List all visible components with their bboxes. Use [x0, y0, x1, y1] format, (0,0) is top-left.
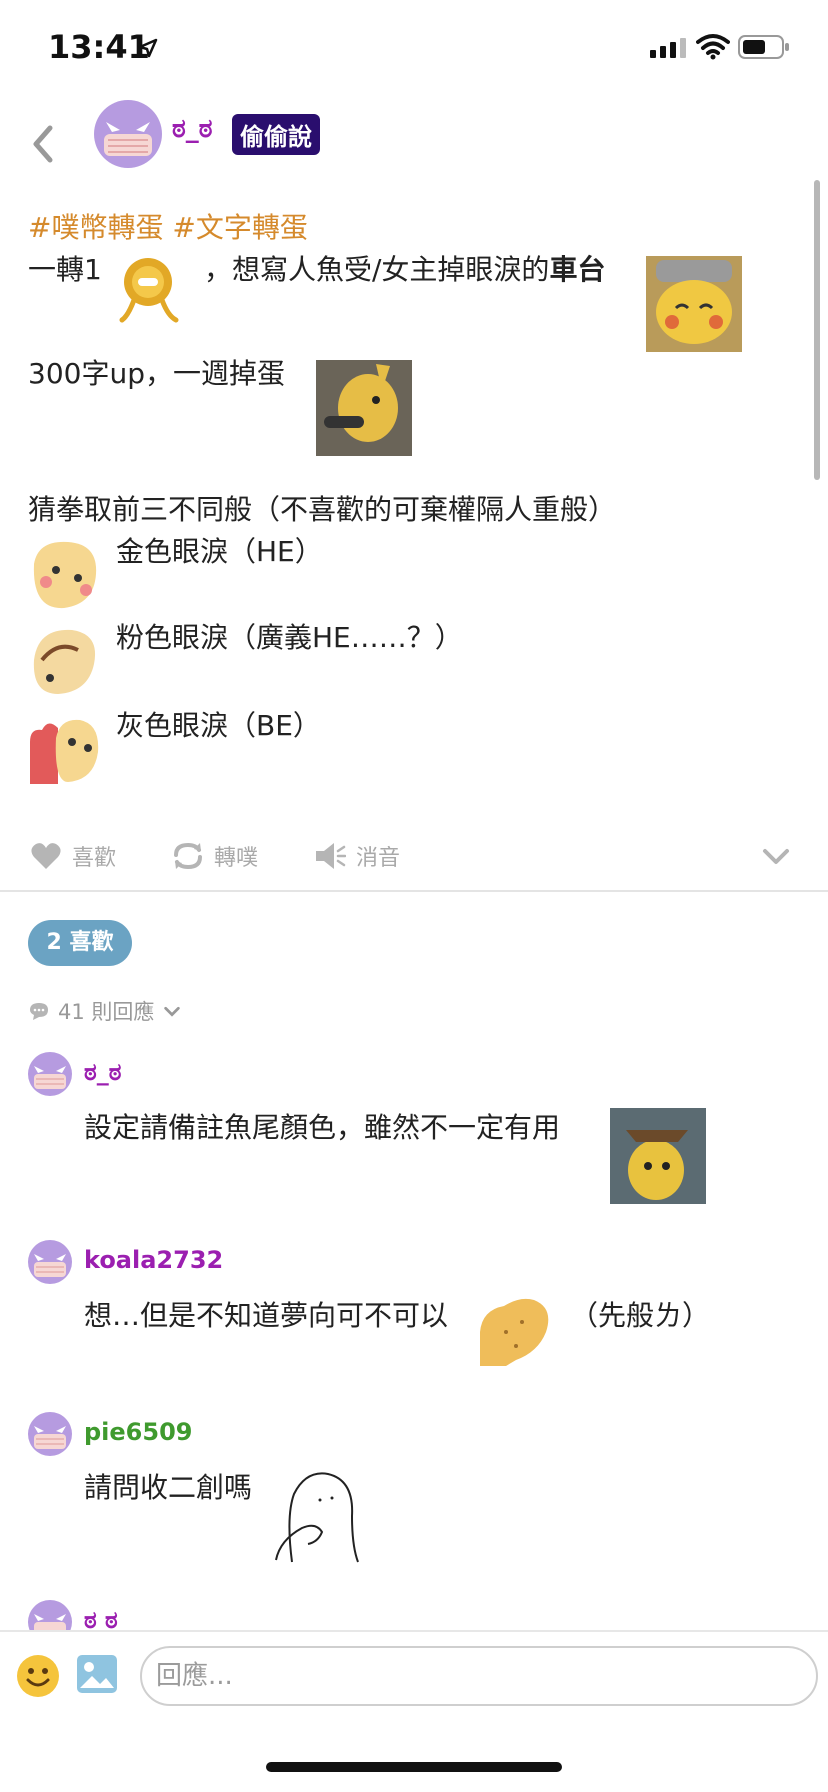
back-chevron-icon[interactable]: [26, 116, 60, 172]
replurk-label: 轉噗: [214, 846, 259, 871]
commenter-name[interactable]: ಠ_ಠ: [84, 1058, 121, 1086]
post-line-1: 一轉1: [28, 250, 102, 290]
cookie-emoji-icon: [480, 1298, 549, 1366]
pikachu-sticker-icon: [646, 256, 742, 352]
comment-item: ಠ_ಠ 設定請備註魚尾顏色，雖然不一定有用: [28, 1052, 808, 1212]
cellular-signal-icon: [650, 36, 686, 58]
reply-input-bar: [0, 1630, 828, 1730]
post-text: 猜拳取前三不同般（不喜歡的可棄權隔人重般）: [28, 493, 617, 526]
comment-item: ಠ ಠ: [28, 1600, 808, 1630]
option-pink: 粉色眼淚（廣義HE……？）: [116, 621, 463, 654]
chevron-down-icon[interactable]: [762, 846, 790, 868]
post-action-bar: 喜歡 轉噗 消音: [0, 828, 828, 892]
comment-text: 設定請備註魚尾顏色，雖然不一定有用: [84, 1111, 561, 1144]
emoji-picker-icon[interactable]: [16, 1654, 60, 1698]
image-upload-icon[interactable]: [76, 1654, 118, 1694]
ghost-sketch-icon: [275, 1472, 359, 1563]
post-header: ಠ_ಠ 偷偷說: [0, 96, 828, 216]
post-bold-text: 車台: [549, 253, 606, 286]
comment-text-suffix: （先般ㄌ）: [570, 1299, 711, 1332]
replurk-button[interactable]: 轉噗: [172, 840, 258, 872]
post-line-3: 猜拳取前三不同般（不喜歡的可棄權隔人重般）: [28, 490, 616, 530]
option-gold: 金色眼淚（HE）: [116, 535, 323, 568]
home-indicator[interactable]: [266, 1762, 562, 1772]
post-line-2: 300字up，一週掉蛋: [28, 354, 285, 394]
comment-text: 想…但是不知道夢向可不可以: [84, 1299, 449, 1332]
commenter-avatar[interactable]: [28, 1240, 72, 1284]
commenter-avatar[interactable]: [28, 1052, 72, 1096]
comment-item: koala2732 想…但是不知道夢向可不可以 （先般ㄌ）: [28, 1240, 808, 1390]
chevron-down-icon: [164, 1006, 181, 1017]
replies-toggle[interactable]: 41 則回應: [28, 996, 182, 1026]
reply-input[interactable]: [140, 1646, 818, 1706]
anonymous-badge: 偷偷說: [232, 114, 320, 155]
pikachu-microphone-icon: [316, 360, 412, 456]
location-arrow-icon: [138, 38, 158, 58]
likes-count-badge[interactable]: 2 喜歡: [28, 920, 132, 966]
post-text: ，想寫人魚受/女主掉眼淚的: [204, 253, 550, 286]
mute-button[interactable]: 消音: [314, 840, 400, 872]
post-tags[interactable]: #噗幣轉蛋 #文字轉蛋: [28, 208, 308, 248]
speech-bubble-icon: [30, 1003, 48, 1020]
mute-label: 消音: [356, 846, 401, 871]
post-text: 300字up，一週掉蛋: [28, 357, 285, 390]
option-gray: 灰色眼淚（BE）: [116, 709, 321, 742]
pikachu-detective-icon: [610, 1108, 706, 1204]
medal-emoji-icon: [119, 258, 179, 323]
status-bar: 13:41: [0, 0, 828, 96]
replurk-icon: [174, 842, 202, 870]
status-time: 13:41: [48, 28, 150, 66]
scrollbar[interactable]: [814, 180, 820, 480]
author-avatar[interactable]: [94, 100, 162, 168]
comment-item: pie6509 請問收二創嗎: [28, 1412, 808, 1592]
comment-text: 請問收二創嗎: [84, 1471, 253, 1504]
wifi-icon: [696, 34, 730, 60]
battery-icon: [738, 35, 789, 59]
commenter-name[interactable]: ಠ ಠ: [84, 1606, 118, 1630]
commenter-name[interactable]: pie6509: [84, 1418, 192, 1446]
commenter-name[interactable]: koala2732: [84, 1246, 223, 1274]
commenter-avatar[interactable]: [28, 1600, 72, 1630]
speaker-mute-icon: [316, 843, 346, 869]
like-label: 喜歡: [72, 846, 117, 871]
commenter-avatar[interactable]: [28, 1412, 72, 1456]
like-button[interactable]: 喜歡: [30, 840, 116, 872]
heart-icon: [31, 843, 61, 869]
gold-tear-emoji-icon: [33, 541, 97, 609]
replies-count-label: 41 則回應: [58, 1000, 155, 1024]
post-text: 一轉1: [28, 253, 102, 286]
author-name[interactable]: ಠ_ಠ: [172, 114, 213, 145]
gray-tear-emoji-icon: [30, 719, 99, 784]
pink-tear-emoji-icon: [33, 629, 96, 694]
post-line-1b: ，想寫人魚受/女主掉眼淚的車台: [204, 250, 605, 290]
